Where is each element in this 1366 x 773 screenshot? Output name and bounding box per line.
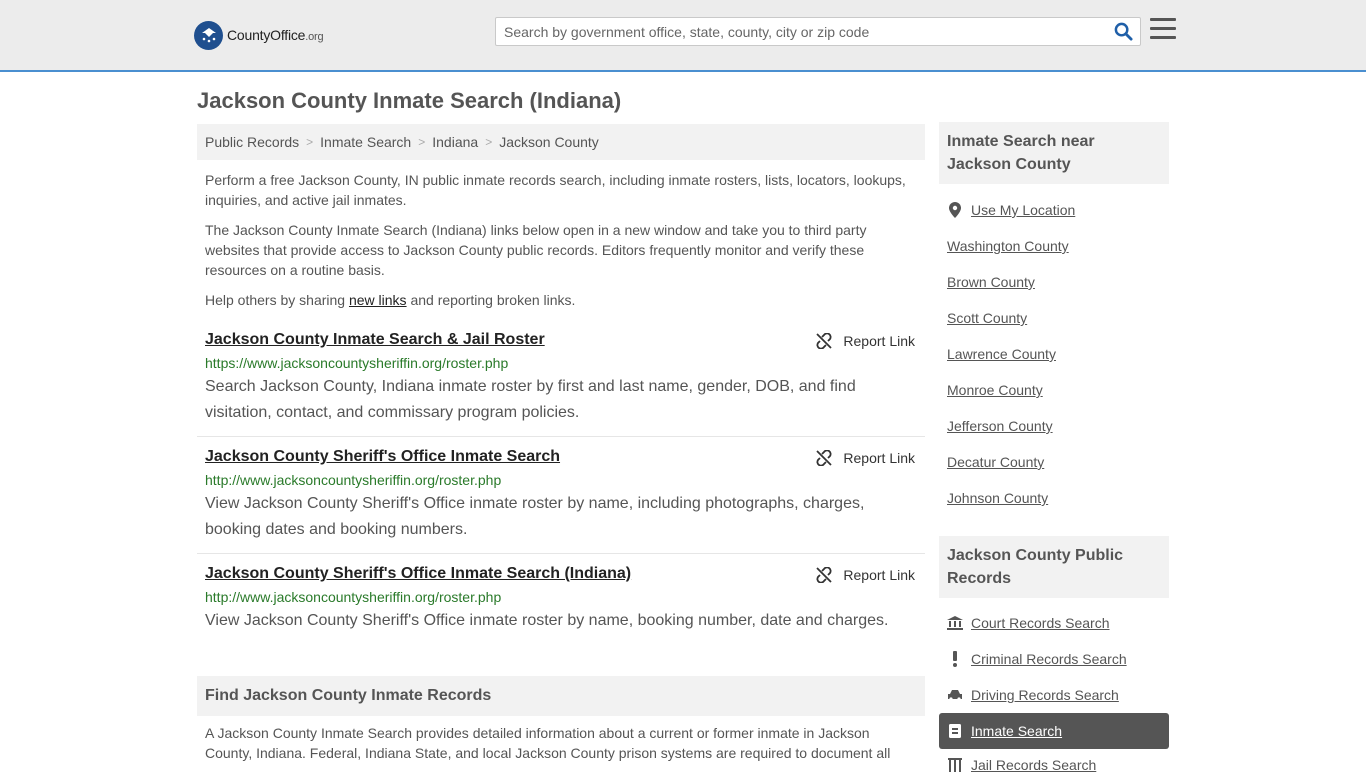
result-url: http://www.jacksoncountysheriffin.org/ro… [205,472,502,488]
result-item: Jackson County Sheriff's Office Inmate S… [197,565,925,634]
result-item: Jackson County Inmate Search & Jail Rost… [197,331,925,426]
map-pin-icon [947,202,963,218]
new-links-link[interactable]: new links [349,292,407,308]
breadcrumb-separator: > [306,135,314,149]
result-description: View Jackson County Sheriff's Office inm… [205,495,865,538]
id-card-icon [947,724,963,738]
search-button[interactable] [1106,18,1140,45]
use-my-location-link[interactable]: Use My Location [947,202,1075,218]
share-paragraph: Help others by sharing new links and rep… [205,292,576,308]
section-heading: Find Jackson County Inmate Records [197,676,925,716]
result-title-link[interactable]: Jackson County Sheriff's Office Inmate S… [205,448,560,466]
search-input[interactable] [496,18,1106,45]
result-url: http://www.jacksoncountysheriffin.org/ro… [205,589,502,605]
search-bar [495,17,1141,46]
intro-paragraph: The Jackson County Inmate Search (Indian… [205,222,867,278]
sidebar-county-link[interactable]: Decatur County [947,454,1044,470]
breadcrumb-indiana[interactable]: Indiana [432,134,478,150]
sidebar-county-link[interactable]: Washington County [947,238,1069,254]
exclamation-icon [947,651,963,667]
report-link-button[interactable]: Report Link [816,333,915,349]
result-title-link[interactable]: Jackson County Inmate Search & Jail Rost… [205,331,545,349]
breadcrumb-public-records[interactable]: Public Records [205,134,299,150]
logo-text: CountyOffice.org [227,27,324,43]
breadcrumb-separator: > [485,135,493,149]
courthouse-icon [947,616,963,630]
site-logo[interactable]: CountyOffice.org [194,20,324,50]
divider [197,553,925,554]
sidebar-county-link[interactable]: Lawrence County [947,346,1056,362]
inmate-search-link-active[interactable]: Inmate Search [939,713,1169,749]
driving-records-link[interactable]: Driving Records Search [947,687,1119,703]
sidebar-records-heading: Jackson County Public Records [939,536,1169,598]
result-item: Jackson County Sheriff's Office Inmate S… [197,448,925,543]
sidebar-county-link[interactable]: Scott County [947,310,1027,326]
result-description: View Jackson County Sheriff's Office inm… [205,612,889,629]
sidebar-county-link[interactable]: Brown County [947,274,1035,290]
site-header: CountyOffice.org [0,0,1366,72]
result-url: https://www.jacksoncountysheriffin.org/r… [205,355,509,371]
breadcrumb-inmate-search[interactable]: Inmate Search [320,134,411,150]
result-description: Search Jackson County, Indiana inmate ro… [205,378,856,421]
sidebar-county-link[interactable]: Johnson County [947,490,1048,506]
broken-link-icon [816,567,833,583]
car-icon [947,689,963,701]
jail-icon [947,758,963,772]
divider [197,436,925,437]
page-title: Jackson County Inmate Search (Indiana) [197,88,622,113]
breadcrumb-jackson-county[interactable]: Jackson County [499,134,599,150]
report-link-button[interactable]: Report Link [816,567,915,583]
hamburger-menu-icon[interactable] [1150,18,1176,42]
broken-link-icon [816,450,833,466]
breadcrumb: Public Records > Inmate Search > Indiana… [197,124,925,160]
intro-paragraph: Perform a free Jackson County, IN public… [205,172,906,208]
search-icon [1114,22,1133,41]
report-link-button[interactable]: Report Link [816,450,915,466]
broken-link-icon [816,333,833,349]
sidebar-nearby-heading: Inmate Search near Jackson County [939,122,1169,184]
result-title-link[interactable]: Jackson County Sheriff's Office Inmate S… [205,565,631,583]
seal-logo-icon [194,20,223,50]
court-records-link[interactable]: Court Records Search [947,615,1110,631]
section-paragraph: A Jackson County Inmate Search provides … [205,725,891,761]
sidebar-county-link[interactable]: Monroe County [947,382,1043,398]
criminal-records-link[interactable]: Criminal Records Search [947,651,1127,667]
sidebar-county-link[interactable]: Jefferson County [947,418,1053,434]
jail-records-link[interactable]: Jail Records Search [947,757,1096,773]
breadcrumb-separator: > [418,135,426,149]
